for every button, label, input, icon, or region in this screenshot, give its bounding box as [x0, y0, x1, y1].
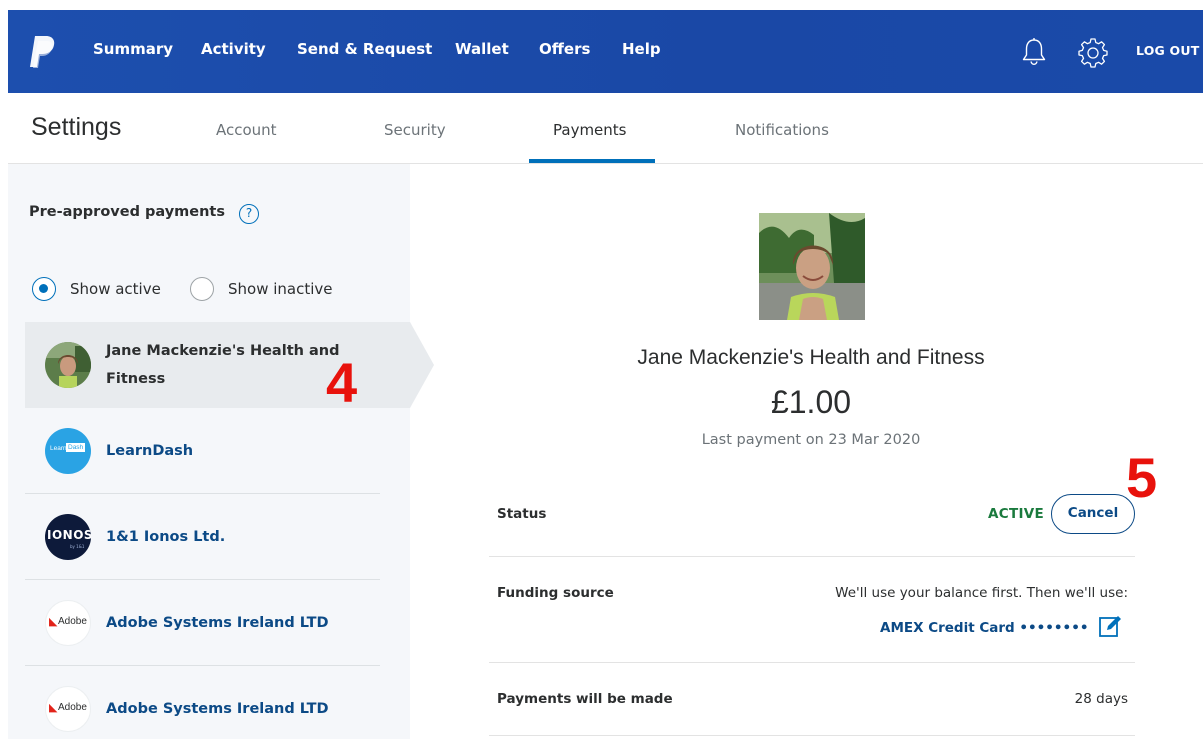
merchant-name: LearnDash [106, 443, 194, 459]
tab-notifications[interactable]: Notifications [735, 121, 829, 139]
status-badge: ACTIVE [988, 506, 1045, 522]
ionos-logo: IONOS by 1&1 [45, 514, 91, 560]
nav-send-request[interactable]: Send & Request [297, 40, 432, 58]
active-tab-indicator [529, 159, 655, 163]
status-label: Status [497, 506, 547, 522]
learndash-logo: Learn Dash [45, 428, 91, 474]
preapproved-title: Pre-approved payments [29, 204, 225, 220]
merchant-name: 1&1 Ionos Ltd. [106, 529, 226, 545]
top-nav-bar: Summary Activity Send & Request Wallet O… [8, 10, 1203, 93]
merchant-detail-name: Jane Mackenzie's Health and Fitness [637, 346, 985, 369]
funding-note: We'll use your balance first. Then we'll… [835, 585, 1128, 601]
annotation-number-4: 4 [326, 351, 358, 414]
bell-icon[interactable] [1018, 36, 1050, 68]
merchant-avatar [45, 342, 91, 388]
adobe-logo: ◣ Adobe [45, 686, 91, 732]
selected-pointer-arrow [410, 322, 434, 408]
show-active-radio[interactable] [32, 277, 56, 301]
merchant-name: Adobe Systems Ireland LTD [106, 615, 329, 631]
merchant-name: Jane Mackenzie's Health and Fitness [106, 343, 340, 387]
merchant-photo [759, 213, 865, 320]
funding-card-link[interactable]: AMEX Credit Card •••••••• [880, 620, 1088, 636]
divider [489, 662, 1135, 663]
tab-payments[interactable]: Payments [553, 121, 626, 139]
page-title: Settings [31, 113, 122, 141]
funding-source-label: Funding source [497, 585, 614, 601]
merchant-item-adobe-1[interactable]: ◣ Adobe Adobe Systems Ireland LTD [25, 580, 410, 666]
cancel-button[interactable]: Cancel [1051, 494, 1135, 534]
annotation-number-5: 5 [1126, 446, 1158, 509]
adobe-logo: ◣ Adobe [45, 600, 91, 646]
tab-security[interactable]: Security [384, 121, 446, 139]
help-icon[interactable]: ? [239, 204, 259, 224]
logout-link[interactable]: LOG OUT [1136, 43, 1199, 58]
divider [489, 556, 1135, 557]
nav-activity[interactable]: Activity [201, 40, 266, 58]
merchant-item-ionos[interactable]: IONOS by 1&1 1&1 Ionos Ltd. [25, 494, 410, 580]
show-inactive-label[interactable]: Show inactive [228, 280, 333, 298]
nav-help[interactable]: Help [622, 40, 661, 58]
divider [489, 735, 1135, 736]
payment-amount: £1.00 [770, 384, 852, 420]
nav-summary[interactable]: Summary [93, 40, 173, 58]
paypal-logo[interactable] [26, 34, 58, 70]
settings-header: Settings Account Security Payments Notif… [8, 93, 1203, 164]
last-payment-date: Last payment on 23 Mar 2020 [701, 432, 921, 448]
preapproved-list-panel: Pre-approved payments ? Show active Show… [8, 164, 410, 739]
nav-wallet[interactable]: Wallet [455, 40, 509, 58]
tab-account[interactable]: Account [216, 121, 277, 139]
show-inactive-radio[interactable] [190, 277, 214, 301]
merchant-item-adobe-2[interactable]: ◣ Adobe Adobe Systems Ireland LTD [25, 666, 410, 739]
frequency-label: Payments will be made [497, 691, 673, 707]
gear-icon[interactable] [1077, 36, 1109, 68]
edit-icon[interactable] [1098, 614, 1122, 638]
merchant-name: Adobe Systems Ireland LTD [106, 701, 329, 717]
merchant-item-learndash[interactable]: Learn Dash LearnDash [25, 408, 410, 494]
nav-offers[interactable]: Offers [539, 40, 590, 58]
frequency-value: 28 days [1074, 691, 1128, 707]
show-active-label[interactable]: Show active [70, 280, 161, 298]
